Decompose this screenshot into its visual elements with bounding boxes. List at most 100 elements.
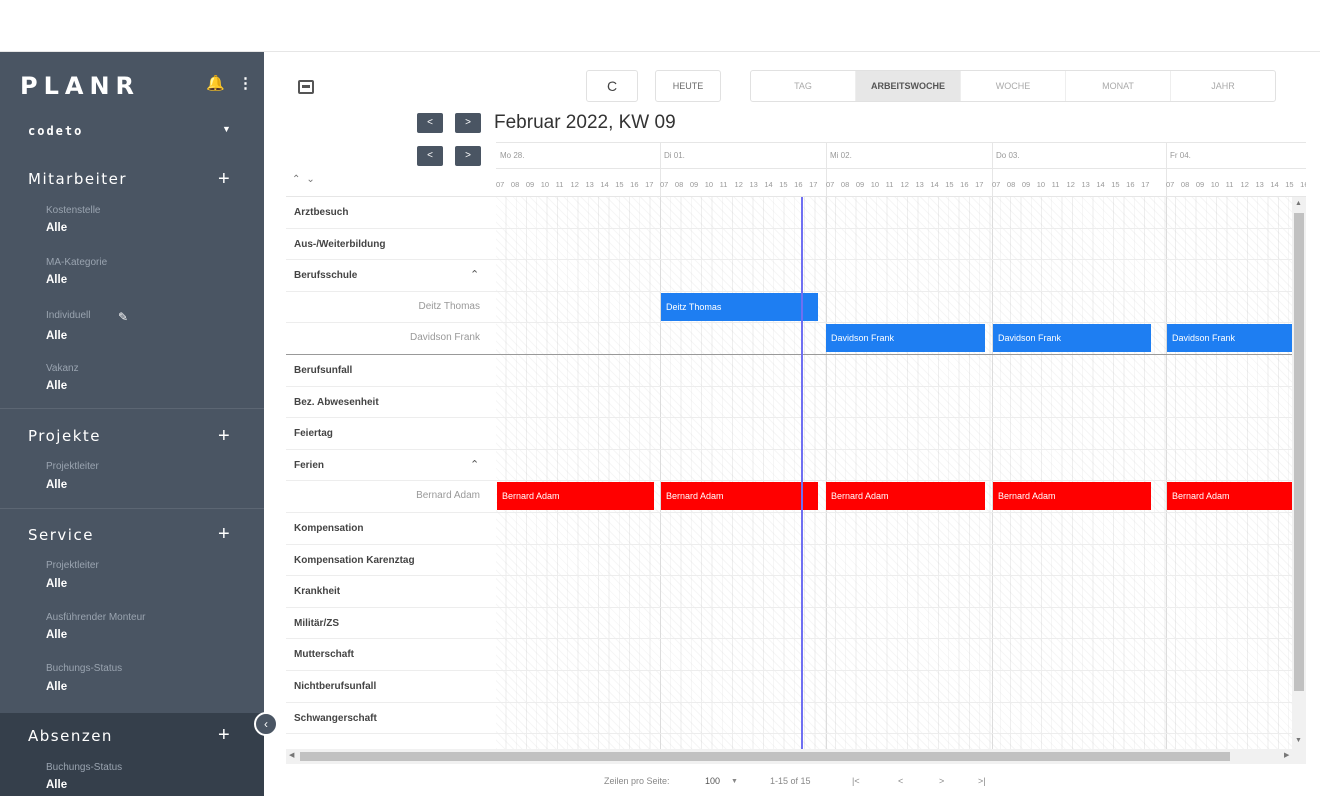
hour-label: 08: [840, 180, 850, 189]
scroll-up-icon[interactable]: ▲: [1295, 200, 1302, 207]
booking-bar[interactable]: Bernard Adam: [826, 482, 985, 511]
view-woche[interactable]: WOCHE: [961, 71, 1066, 101]
today-button[interactable]: HEUTE: [655, 70, 721, 102]
day-header[interactable]: Mo 28.: [500, 151, 524, 160]
absence-type-row[interactable]: Berufsunfall: [286, 355, 1306, 387]
top-strip: [0, 0, 1320, 52]
filter-value[interactable]: Alle: [46, 479, 67, 491]
hour-label: 16: [794, 180, 803, 189]
chevron-up-icon[interactable]: ⌃: [470, 458, 479, 471]
first-page-button[interactable]: |<: [852, 776, 860, 786]
absence-type-row[interactable]: Berufsschule ⌃: [286, 260, 1306, 292]
rows-per-page-label: Zeilen pro Seite:: [604, 776, 670, 786]
refresh-button[interactable]: C: [586, 70, 638, 102]
booking-bar[interactable]: Davidson Frank: [1167, 324, 1292, 353]
filter-value[interactable]: Alle: [46, 274, 67, 286]
chevron-down-icon[interactable]: ▼: [731, 778, 738, 785]
tenant-selector[interactable]: codeto: [28, 124, 83, 138]
booking-bar[interactable]: Bernard Adam: [993, 482, 1151, 511]
employee-row[interactable]: Davidson Frank: [286, 323, 1306, 355]
view-tag[interactable]: TAG: [751, 71, 856, 101]
filter-value[interactable]: Alle: [46, 779, 67, 791]
view-arbeitswoche[interactable]: ARBEITSWOCHE: [856, 71, 961, 101]
filter-value[interactable]: Alle: [46, 380, 67, 392]
absence-type-row[interactable]: Kompensation Karenztag: [286, 545, 1306, 577]
next-period-button[interactable]: >: [455, 113, 481, 133]
filter-value[interactable]: Alle: [46, 222, 67, 234]
divider: [0, 408, 264, 409]
chevron-down-icon[interactable]: ▼: [222, 124, 231, 134]
booking-bar[interactable]: Bernard Adam: [1167, 482, 1292, 511]
absence-type-row[interactable]: Arztbesuch: [286, 197, 1306, 229]
filter-label: Projektleiter: [46, 461, 99, 472]
absence-type-row[interactable]: Krankheit: [286, 576, 1306, 608]
hour-label: 08: [674, 180, 684, 189]
absence-type-label: Berufsschule: [294, 270, 358, 282]
add-service-icon[interactable]: +: [218, 524, 230, 544]
rows-per-page-select[interactable]: 100: [705, 776, 720, 786]
last-page-button[interactable]: >|: [978, 776, 986, 786]
add-absenzen-icon[interactable]: +: [218, 725, 230, 745]
chevron-up-icon[interactable]: ⌃: [470, 268, 479, 281]
filter-value[interactable]: Alle: [46, 330, 67, 342]
filter-label: Projektleiter: [46, 560, 99, 571]
day-header[interactable]: Fr 04.: [1170, 151, 1191, 160]
hour-label: 17: [1141, 180, 1150, 189]
absence-type-row[interactable]: Feiertag: [286, 418, 1306, 450]
absence-type-row[interactable]: Nichtberufsunfall: [286, 671, 1306, 703]
absence-type-row[interactable]: Kompensation: [286, 513, 1306, 545]
prev-scroll-button[interactable]: <: [417, 146, 443, 166]
hour-label: 09: [1195, 180, 1205, 189]
hour-label: 12: [1240, 180, 1249, 189]
booking-bar[interactable]: Davidson Frank: [826, 324, 985, 353]
sort-toggle-icon[interactable]: ⌃⌄: [292, 174, 321, 185]
absence-type-label: Ferien: [294, 459, 325, 471]
hour-label: 17: [975, 180, 984, 189]
day-header[interactable]: Do 03.: [996, 151, 1020, 160]
filter-value[interactable]: Alle: [46, 578, 67, 590]
view-jahr[interactable]: JAHR: [1171, 71, 1275, 101]
hour-label: 11: [555, 180, 564, 189]
section-title-service[interactable]: Service: [28, 526, 94, 544]
filter-value[interactable]: Alle: [46, 629, 67, 641]
view-monat[interactable]: MONAT: [1066, 71, 1171, 101]
bell-icon[interactable]: 🔔: [206, 74, 225, 92]
absence-type-label: Mutterschaft: [294, 649, 355, 661]
absence-type-row[interactable]: Militär/ZS: [286, 608, 1306, 640]
absence-type-row[interactable]: Schwangerschaft: [286, 703, 1306, 735]
vertical-scroll-thumb[interactable]: [1294, 213, 1304, 691]
day-header[interactable]: Mi 02.: [830, 151, 852, 160]
filter-value[interactable]: Alle: [46, 681, 67, 693]
more-menu-icon[interactable]: ⋮: [238, 74, 253, 92]
prev-page-button[interactable]: <: [898, 776, 903, 786]
section-title-projekte[interactable]: Projekte: [28, 427, 101, 445]
hour-label: 11: [719, 180, 728, 189]
absence-type-row[interactable]: Aus-/Weiterbildung: [286, 229, 1306, 261]
horizontal-scrollbar[interactable]: ◀ ▶: [286, 749, 1306, 764]
section-title-absenzen[interactable]: Absenzen: [28, 727, 113, 745]
hour-label: 16: [1126, 180, 1135, 189]
vertical-scrollbar[interactable]: ▲ ▼: [1292, 197, 1306, 749]
section-title-mitarbeiter[interactable]: Mitarbeiter: [28, 170, 127, 188]
scroll-right-icon[interactable]: ▶: [1284, 751, 1289, 759]
next-page-button[interactable]: >: [939, 776, 944, 786]
collapse-sidebar-button[interactable]: ‹: [254, 712, 278, 736]
print-icon[interactable]: [298, 80, 314, 94]
scroll-down-icon[interactable]: ▼: [1295, 737, 1302, 744]
booking-bar[interactable]: Deitz Thomas: [661, 292, 818, 321]
horizontal-scroll-thumb[interactable]: [300, 752, 1230, 761]
prev-period-button[interactable]: <: [417, 113, 443, 133]
absence-type-row[interactable]: Mutterschaft: [286, 639, 1306, 671]
pencil-icon[interactable]: ✎: [118, 310, 128, 324]
absence-type-row[interactable]: Ferien ⌃: [286, 450, 1306, 482]
hour-label: 10: [1210, 180, 1220, 189]
booking-bar[interactable]: Bernard Adam: [661, 482, 818, 511]
next-scroll-button[interactable]: >: [455, 146, 481, 166]
day-header[interactable]: Di 01.: [664, 151, 685, 160]
absence-type-row[interactable]: Bez. Abwesenheit: [286, 387, 1306, 419]
booking-bar[interactable]: Davidson Frank: [993, 324, 1151, 353]
add-mitarbeiter-icon[interactable]: +: [218, 169, 230, 189]
add-projekte-icon[interactable]: +: [218, 426, 230, 446]
booking-bar[interactable]: Bernard Adam: [497, 482, 654, 511]
scroll-left-icon[interactable]: ◀: [289, 751, 294, 759]
